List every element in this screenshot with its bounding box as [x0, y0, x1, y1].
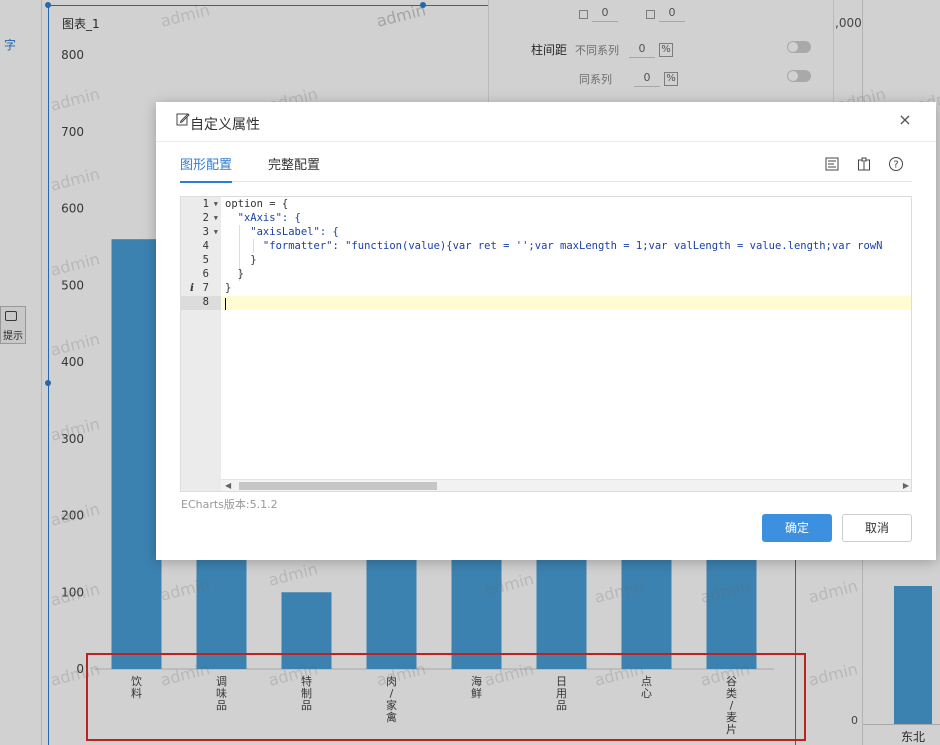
edit-icon	[176, 113, 190, 126]
echarts-version: ECharts版本:5.1.2	[181, 498, 278, 511]
format-icon[interactable]	[824, 156, 840, 172]
code-line: "xAxis": {	[225, 212, 301, 224]
tab-full-config[interactable]: 完整配置	[268, 154, 320, 181]
fold-arrow-icon[interactable]: ▼	[214, 200, 218, 208]
scroll-right-icon[interactable]: ▶	[903, 481, 909, 490]
line-number-gutter: 1 ▼ 2 ▼ 3 ▼ 4 5 6 i7 8	[181, 197, 221, 491]
code-line: }	[225, 268, 244, 280]
text-caret	[225, 298, 226, 310]
cancel-button[interactable]: 取消	[842, 514, 912, 542]
code-line: "formatter": "function(value){var ret = …	[225, 240, 883, 252]
line-number: 5	[202, 254, 209, 266]
confirm-button[interactable]: 确定	[762, 514, 832, 542]
scrollbar-thumb[interactable]	[239, 482, 437, 490]
tab-graph-config[interactable]: 图形配置	[180, 154, 233, 183]
line-number: 1	[202, 198, 209, 210]
info-icon[interactable]: i	[190, 282, 194, 294]
dialog-title: 自定义属性	[190, 117, 260, 133]
code-line: option = {	[225, 198, 289, 210]
line-number: 4	[202, 240, 209, 252]
scroll-left-icon[interactable]: ◀	[225, 481, 231, 490]
fold-arrow-icon[interactable]: ▼	[214, 228, 218, 236]
fold-arrow-icon[interactable]: ▼	[214, 214, 218, 222]
code-line: }	[225, 282, 232, 294]
line-number: 3	[202, 226, 209, 238]
horizontal-scrollbar[interactable]: ◀ ▶	[221, 479, 911, 491]
code-line: }	[225, 254, 257, 266]
code-line: "axisLabel": {	[225, 226, 339, 238]
close-icon[interactable]: ×	[898, 112, 912, 128]
help-icon[interactable]: ?	[888, 156, 904, 172]
line-number: 7	[202, 282, 209, 294]
custom-properties-dialog: 自定义属性 × 图形配置 完整配置 ? 1 ▼ 2 ▼ 3 ▼ 4 5 6 i7 8	[156, 102, 936, 560]
line-number: 2	[202, 212, 209, 224]
dialog-header: 自定义属性 ×	[156, 102, 936, 142]
line-number: 6	[202, 268, 209, 280]
line-number: 8	[202, 296, 209, 308]
config-tabs: 图形配置 完整配置 ?	[180, 154, 912, 183]
clipboard-icon[interactable]	[856, 156, 872, 172]
code-area[interactable]: option = { "xAxis": { "axisLabel": { "fo…	[221, 197, 911, 491]
current-line	[221, 296, 911, 310]
svg-text:?: ?	[893, 160, 898, 171]
code-editor[interactable]: 1 ▼ 2 ▼ 3 ▼ 4 5 6 i7 8 option = { "xAxis": …	[180, 196, 912, 492]
